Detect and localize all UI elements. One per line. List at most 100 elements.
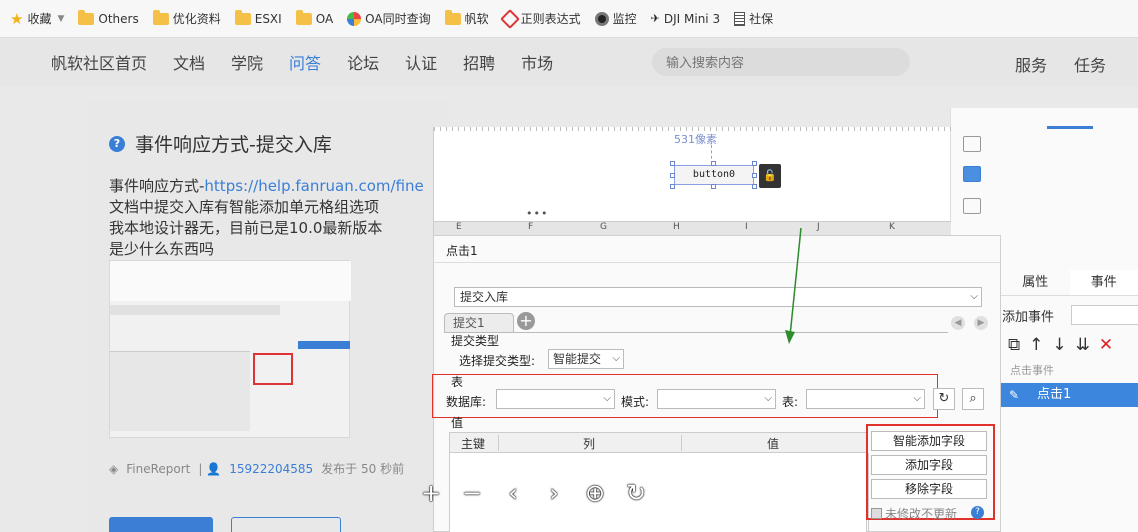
submit-type-label: 提交类型 <box>451 334 500 348</box>
database-select[interactable]: ⌵ <box>496 389 615 409</box>
canvas-button[interactable]: button0 <box>674 165 754 185</box>
fit-screen-icon[interactable]: ⊕ <box>582 478 608 508</box>
refresh-icon[interactable]: ↻ <box>933 388 955 410</box>
rotate-icon[interactable]: ↻ <box>623 478 649 508</box>
property-event-tabs: 属性 事件 <box>1001 270 1138 296</box>
folder-icon <box>78 9 95 25</box>
smart-add-field-button[interactable]: 智能添加字段 <box>871 431 987 451</box>
table-select[interactable]: ⌵ <box>806 389 925 409</box>
add-tab-icon[interactable]: + <box>517 312 535 330</box>
chevron-right-icon[interactable]: › <box>541 478 567 508</box>
column-header: E F G H I J K <box>434 221 951 235</box>
delete-icon[interactable]: ✕ <box>1099 335 1113 355</box>
chevron-down-icon: ⌵ <box>764 393 772 404</box>
bookmark-others[interactable]: Others <box>78 9 139 26</box>
question-link[interactable]: https://help.fanruan.com/fine <box>204 177 423 195</box>
star-icon: ★ <box>10 9 24 28</box>
zoom-out-icon[interactable]: − <box>459 478 485 508</box>
folder-icon <box>295 9 312 25</box>
frame-icon[interactable] <box>963 136 981 152</box>
bookmark-favorites[interactable]: ★ 收藏 ▼ <box>10 10 64 28</box>
question-body: 事件响应方式-https://help.fanruan.com/fine 文档中… <box>109 177 424 258</box>
question-time: 发布于 50 秒前 <box>321 462 405 476</box>
copy-icon[interactable]: ⧉ <box>1008 335 1020 355</box>
schema-label: 模式: <box>621 395 650 409</box>
bookmark-regex[interactable]: 正则表达式 <box>499 8 581 29</box>
tab-prev-icon[interactable]: ◀ <box>951 316 965 330</box>
nav-item-service[interactable]: 服务 <box>1015 52 1047 76</box>
monitor-icon <box>594 11 609 26</box>
question-meta: ◈ FineReport | 👤 15922204585 发布于 50 秒前 <box>109 460 404 477</box>
schema-select[interactable]: ⌵ <box>657 389 776 409</box>
chevron-down-icon: ⌵ <box>913 393 921 404</box>
chevron-left-icon[interactable]: ‹ <box>500 478 526 508</box>
dropdown-widget-icon[interactable] <box>963 166 981 182</box>
help-icon[interactable]: ? <box>971 506 984 519</box>
tab-submit1[interactable]: 提交1 <box>444 313 514 333</box>
nav-item-cert[interactable]: 认证 <box>392 50 450 74</box>
nav-item-academy[interactable]: 学院 <box>218 50 276 74</box>
nav-item-jobs[interactable]: 招聘 <box>450 50 508 74</box>
value-section-label: 值 <box>451 416 464 430</box>
oa-logo-icon <box>347 11 362 26</box>
tab-properties[interactable]: 属性 <box>1001 270 1070 295</box>
tab-events[interactable]: 事件 <box>1069 270 1138 295</box>
nav-item-forum[interactable]: 论坛 <box>334 50 392 74</box>
tab-next-icon[interactable]: ▶ <box>974 316 988 330</box>
question-user[interactable]: 15922204585 <box>229 462 313 476</box>
bookmark-shebao[interactable]: 社保 <box>734 10 773 27</box>
green-arrow-annotation <box>785 227 802 344</box>
chevron-down-icon: ⌵ <box>612 353 620 364</box>
bookmarks-bar: ★ 收藏 ▼ Others 优化资料 ESXI OA OA同时查询 帆软 正则表… <box>0 0 1138 38</box>
no-update-checkbox[interactable]: 未修改不更新 <box>871 505 957 522</box>
preview-icon[interactable]: ⌕ <box>962 388 984 410</box>
doc-icon <box>734 11 746 26</box>
pencil-icon: ✎ <box>1009 388 1020 402</box>
list-widget-icon[interactable] <box>963 198 981 214</box>
remove-field-button[interactable]: 移除字段 <box>871 479 987 499</box>
nav-item-home[interactable]: 帆软社区首页 <box>38 50 160 74</box>
nav-item-market[interactable]: 市场 <box>508 50 566 74</box>
folder-icon <box>234 9 251 25</box>
submit-type-select[interactable]: 智能提交 ⌵ <box>548 349 624 369</box>
action-select[interactable]: 提交入库 ⌵ <box>454 287 982 307</box>
add-event-select[interactable] <box>1071 305 1138 325</box>
folder-icon <box>444 9 461 25</box>
bookmark-esxi[interactable]: ESXI <box>234 9 282 26</box>
sort-down-icon[interactable]: ⇊ <box>1076 335 1090 355</box>
answer-button[interactable] <box>109 517 213 532</box>
arrow-up-icon[interactable]: ↑ <box>1029 335 1043 355</box>
nav-item-qa[interactable]: 问答 <box>276 50 334 74</box>
bookmark-monitor[interactable]: 监控 <box>594 10 637 27</box>
arrow-down-icon[interactable]: ↓ <box>1052 335 1066 355</box>
follow-button[interactable] <box>231 517 341 532</box>
bookmark-youhua[interactable]: 优化资料 <box>152 9 221 27</box>
nav-item-task[interactable]: 任务 <box>1074 52 1106 76</box>
regex-icon <box>499 8 520 29</box>
event-item-click1[interactable]: ✎ 点击1 <box>1001 383 1138 407</box>
chevron-down-icon: ⌵ <box>603 393 611 404</box>
dialog-title: 点击1 <box>446 244 478 258</box>
add-event-label: 添加事件 <box>1002 310 1055 325</box>
question-card: ? 事件响应方式-提交入库 事件响应方式-https://help.fanrua… <box>88 100 448 532</box>
unlock-icon[interactable]: 🔓 <box>759 164 781 188</box>
screenshot-thumbnail[interactable] <box>109 260 351 438</box>
bookmark-oa-query[interactable]: OA同时查询 <box>347 10 431 27</box>
dji-icon: ✈ <box>650 12 660 25</box>
add-field-button[interactable]: 添加字段 <box>871 455 987 475</box>
drag-dots-icon[interactable]: ••• <box>526 207 548 220</box>
bookmark-fanruan[interactable]: 帆软 <box>444 9 489 27</box>
table-label: 表: <box>782 395 799 409</box>
search-input[interactable] <box>652 48 910 76</box>
bookmark-dji[interactable]: ✈ DJI Mini 3 <box>651 12 720 26</box>
database-label: 数据库: <box>446 395 487 409</box>
nav-item-docs[interactable]: 文档 <box>160 50 218 74</box>
event-group-label: 点击事件 <box>1010 364 1054 377</box>
designer-widget-toolbar <box>955 130 990 240</box>
zoom-in-icon[interactable]: + <box>418 478 444 508</box>
checkbox-icon <box>871 508 882 519</box>
bookmark-oa[interactable]: OA <box>295 9 333 26</box>
user-icon: | 👤 <box>198 461 222 476</box>
site-nav: 帆软社区首页 文档 学院 问答 论坛 认证 招聘 市场 服务 任务 <box>0 38 1138 86</box>
question-tag[interactable]: FineReport <box>126 462 190 476</box>
